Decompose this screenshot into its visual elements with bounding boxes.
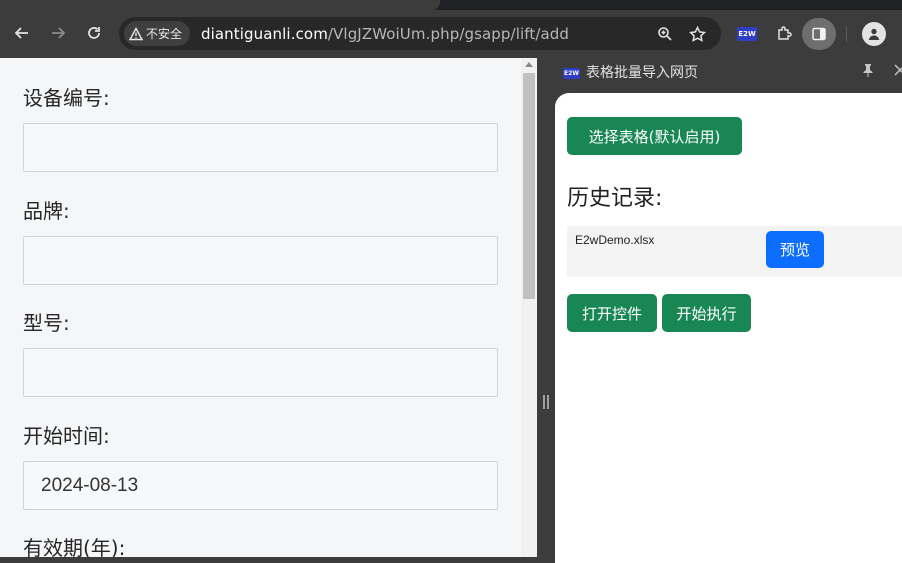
brand-label: 品牌: xyxy=(23,199,70,223)
bookmark-star-icon[interactable] xyxy=(686,23,708,45)
device-number-label: 设备编号: xyxy=(23,86,110,110)
start-time-input[interactable]: 2024-08-13 xyxy=(23,461,498,510)
forward-button[interactable] xyxy=(44,19,72,47)
grip-icon xyxy=(543,395,549,409)
tab-strip xyxy=(0,0,902,10)
brand-input[interactable] xyxy=(23,236,498,285)
url-text[interactable]: diantiguanli.com/VlgJZWoiUm.php/gsapp/li… xyxy=(201,25,569,43)
page-content: 设备编号: 品牌: 型号: 开始时间: 2024-08-13 有效期(年): xyxy=(0,58,521,557)
person-icon xyxy=(868,28,880,40)
back-arrow-icon xyxy=(14,27,28,39)
back-button[interactable] xyxy=(8,19,36,47)
close-icon[interactable] xyxy=(894,61,902,80)
scroll-thumb[interactable] xyxy=(523,73,535,299)
model-input[interactable] xyxy=(23,348,498,397)
side-panel-body: 选择表格(默认启用) 历史记录: E2wDemo.xlsx 预览 打开控件 开始… xyxy=(555,93,902,563)
select-table-button[interactable]: 选择表格(默认启用) xyxy=(567,117,742,155)
warning-icon xyxy=(129,26,143,40)
extensions-puzzle-icon[interactable] xyxy=(772,21,796,45)
forward-arrow-icon xyxy=(52,27,66,39)
e2w-logo: E2W xyxy=(563,68,580,79)
zoom-icon[interactable] xyxy=(654,23,676,45)
profile-avatar[interactable] xyxy=(862,22,886,46)
pin-icon[interactable] xyxy=(862,63,874,81)
history-title: 历史记录: xyxy=(567,186,663,211)
side-panel-header: E2W 表格批量导入网页 xyxy=(555,58,902,91)
url-path: /VlgJZWoiUm.php/gsapp/lift/add xyxy=(327,25,570,43)
scroll-up-arrow-icon[interactable] xyxy=(525,62,533,67)
browser-toolbar: 不安全 diantiguanli.com/VlgJZWoiUm.php/gsap… xyxy=(0,10,902,58)
form-group-device-number: 设备编号: xyxy=(23,86,498,172)
form-group-model: 型号: xyxy=(23,311,498,397)
security-chip[interactable]: 不安全 xyxy=(124,21,190,46)
toolbar-divider xyxy=(846,26,847,42)
url-domain: diantiguanli.com xyxy=(201,25,328,43)
open-controls-button[interactable]: 打开控件 xyxy=(567,294,657,332)
preview-button[interactable]: 预览 xyxy=(766,231,824,268)
side-panel-icon xyxy=(812,27,826,41)
page-scrollbar[interactable] xyxy=(521,58,537,557)
address-bar[interactable]: 不安全 diantiguanli.com/VlgJZWoiUm.php/gsap… xyxy=(119,17,721,50)
side-panel-resize-handle[interactable] xyxy=(537,58,555,557)
validity-years-label: 有效期(年): xyxy=(23,536,126,557)
start-time-label: 开始时间: xyxy=(23,424,110,448)
form-group-start-time: 开始时间: 2024-08-13 xyxy=(23,424,498,510)
form-group-brand: 品牌: xyxy=(23,199,498,285)
start-execution-button[interactable]: 开始执行 xyxy=(662,294,751,332)
e2w-extension-icon[interactable]: E2W xyxy=(737,27,757,41)
reload-button[interactable] xyxy=(80,19,108,47)
side-panel-toggle-button[interactable] xyxy=(802,18,836,50)
history-row: E2wDemo.xlsx 预览 xyxy=(567,226,902,277)
side-panel-title: 表格批量导入网页 xyxy=(586,65,698,81)
form-group-validity: 有效期(年): xyxy=(23,536,498,557)
security-chip-label: 不安全 xyxy=(146,27,183,41)
device-number-input[interactable] xyxy=(23,123,498,172)
active-tab-edge xyxy=(0,0,440,10)
history-file-name: E2wDemo.xlsx xyxy=(575,233,655,247)
reload-icon xyxy=(88,27,100,39)
model-label: 型号: xyxy=(23,311,70,335)
